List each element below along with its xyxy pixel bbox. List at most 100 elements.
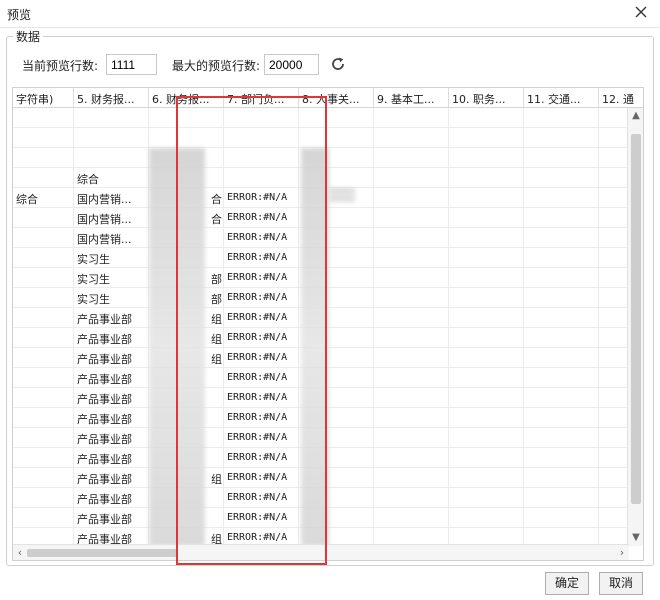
- table-row[interactable]: [13, 128, 629, 148]
- table-cell[interactable]: ERROR:#N/A: [224, 208, 299, 228]
- table-cell[interactable]: 产品事业部: [74, 348, 149, 368]
- table-cell[interactable]: ERROR:#N/A: [224, 508, 299, 528]
- table-cell[interactable]: [13, 308, 74, 328]
- table-cell[interactable]: [224, 148, 299, 168]
- table-cell[interactable]: [374, 488, 449, 508]
- table-cell[interactable]: [524, 468, 599, 488]
- table-cell[interactable]: ERROR:#N/A: [224, 248, 299, 268]
- table-cell[interactable]: [524, 128, 599, 148]
- table-cell[interactable]: [13, 508, 74, 528]
- table-cell[interactable]: [299, 128, 374, 148]
- table-cell[interactable]: [13, 228, 74, 248]
- table-cell[interactable]: [524, 108, 599, 128]
- table-cell[interactable]: [524, 268, 599, 288]
- table-cell[interactable]: [13, 128, 74, 148]
- table-cell[interactable]: [524, 288, 599, 308]
- column-header[interactable]: 8. 人事关...: [299, 88, 374, 108]
- table-cell[interactable]: [524, 408, 599, 428]
- table-cell[interactable]: [13, 408, 74, 428]
- table-cell[interactable]: [13, 348, 74, 368]
- ok-button[interactable]: 确定: [545, 572, 589, 595]
- table-cell[interactable]: [449, 228, 524, 248]
- table-cell[interactable]: ERROR:#N/A: [224, 228, 299, 248]
- column-header[interactable]: 11. 交通...: [524, 88, 599, 108]
- table-cell[interactable]: [374, 128, 449, 148]
- horizontal-scrollbar[interactable]: ‹ ›: [13, 544, 629, 560]
- table-cell[interactable]: [13, 428, 74, 448]
- table-cell[interactable]: [74, 128, 149, 148]
- table-cell[interactable]: [449, 268, 524, 288]
- table-cell[interactable]: [524, 208, 599, 228]
- table-cell[interactable]: [524, 348, 599, 368]
- table-cell[interactable]: [374, 328, 449, 348]
- table-cell[interactable]: 产品事业部: [74, 468, 149, 488]
- column-header[interactable]: 5. 财务报...: [74, 88, 149, 108]
- table-cell[interactable]: [524, 448, 599, 468]
- table-cell[interactable]: [524, 248, 599, 268]
- table-cell[interactable]: [13, 268, 74, 288]
- table-cell[interactable]: ERROR:#N/A: [224, 488, 299, 508]
- table-cell[interactable]: 产品事业部: [74, 428, 149, 448]
- table-row[interactable]: [13, 108, 629, 128]
- table-cell[interactable]: 产品事业部: [74, 328, 149, 348]
- preview-grid[interactable]: 字符串) 5. 财务报... 6. 财务报... 7. 部门负... 8. 人事…: [12, 87, 644, 561]
- table-cell[interactable]: [449, 348, 524, 368]
- table-cell[interactable]: ERROR:#N/A: [224, 188, 299, 208]
- table-cell[interactable]: [449, 168, 524, 188]
- table-cell[interactable]: [374, 428, 449, 448]
- table-cell[interactable]: [524, 488, 599, 508]
- column-header[interactable]: 9. 基本工...: [374, 88, 449, 108]
- column-header[interactable]: 6. 财务报...: [149, 88, 224, 108]
- table-cell[interactable]: [449, 408, 524, 428]
- table-cell[interactable]: 产品事业部: [74, 388, 149, 408]
- table-cell[interactable]: ERROR:#N/A: [224, 308, 299, 328]
- horizontal-scroll-thumb[interactable]: [27, 549, 177, 557]
- close-icon[interactable]: [632, 3, 650, 21]
- table-cell[interactable]: [449, 188, 524, 208]
- table-cell[interactable]: [374, 108, 449, 128]
- table-cell[interactable]: [13, 448, 74, 468]
- table-cell[interactable]: [13, 488, 74, 508]
- table-cell[interactable]: [13, 148, 74, 168]
- table-cell[interactable]: [524, 328, 599, 348]
- table-cell[interactable]: [74, 148, 149, 168]
- table-cell[interactable]: [374, 308, 449, 328]
- table-cell[interactable]: [449, 468, 524, 488]
- table-cell[interactable]: 产品事业部: [74, 408, 149, 428]
- table-cell[interactable]: 国内营销...: [74, 208, 149, 228]
- table-cell[interactable]: ERROR:#N/A: [224, 388, 299, 408]
- table-cell[interactable]: [524, 148, 599, 168]
- table-cell[interactable]: [449, 308, 524, 328]
- table-cell[interactable]: 产品事业部: [74, 448, 149, 468]
- table-cell[interactable]: 综合: [13, 188, 74, 208]
- table-cell[interactable]: ERROR:#N/A: [224, 328, 299, 348]
- table-cell[interactable]: 产品事业部: [74, 508, 149, 528]
- table-cell[interactable]: [374, 288, 449, 308]
- table-cell[interactable]: ERROR:#N/A: [224, 268, 299, 288]
- table-cell[interactable]: [374, 268, 449, 288]
- column-header[interactable]: 10. 职务...: [449, 88, 524, 108]
- table-cell[interactable]: 综合: [74, 168, 149, 188]
- table-cell[interactable]: [13, 288, 74, 308]
- table-cell[interactable]: [224, 128, 299, 148]
- table-cell[interactable]: [13, 248, 74, 268]
- table-cell[interactable]: [449, 388, 524, 408]
- scroll-up-icon[interactable]: ▲: [630, 110, 642, 122]
- table-cell[interactable]: [13, 168, 74, 188]
- table-cell[interactable]: [149, 108, 224, 128]
- table-cell[interactable]: ERROR:#N/A: [224, 468, 299, 488]
- table-cell[interactable]: [13, 108, 74, 128]
- table-cell[interactable]: 产品事业部: [74, 368, 149, 388]
- table-cell[interactable]: [374, 368, 449, 388]
- table-cell[interactable]: [374, 228, 449, 248]
- table-cell[interactable]: [449, 488, 524, 508]
- table-cell[interactable]: 国内营销...: [74, 188, 149, 208]
- table-cell[interactable]: [13, 368, 74, 388]
- table-cell[interactable]: [374, 208, 449, 228]
- table-cell[interactable]: [149, 128, 224, 148]
- table-cell[interactable]: [374, 248, 449, 268]
- table-cell[interactable]: [224, 168, 299, 188]
- table-cell[interactable]: [374, 448, 449, 468]
- column-header[interactable]: 7. 部门负...: [224, 88, 299, 108]
- table-cell[interactable]: [449, 128, 524, 148]
